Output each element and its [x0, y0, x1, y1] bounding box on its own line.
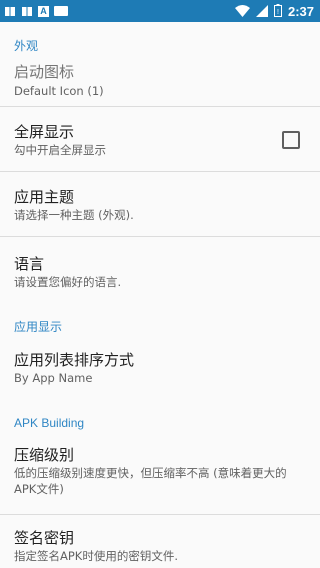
- book-icon: [4, 6, 16, 17]
- svg-text:!: !: [277, 9, 279, 16]
- pref-summary: 勾中开启全屏显示: [14, 143, 106, 157]
- section-header-apk-building: APK Building: [14, 416, 85, 430]
- pref-summary: 请设置您偏好的语言.: [14, 275, 122, 289]
- notification-icons: A: [4, 5, 68, 17]
- pref-title: 压缩级别: [14, 446, 75, 464]
- pref-fullscreen[interactable]: 全屏显示 勾中开启全屏显示: [0, 107, 320, 171]
- book-icon: [21, 6, 33, 17]
- fullscreen-checkbox[interactable]: [282, 131, 300, 149]
- pref-summary: 请选择一种主题 (外观).: [14, 208, 134, 222]
- pref-app-theme[interactable]: 应用主题 请选择一种主题 (外观).: [0, 172, 320, 236]
- settings-screen: A ! 2:37 外观 启动图标 Default Icon (1) 全屏显示 勾…: [0, 0, 320, 568]
- signal-icon: [255, 2, 268, 21]
- pref-compression-level[interactable]: 压缩级别 低的压缩级别速度更快，但压缩率不高 (意味着更大的APK文件): [0, 434, 320, 514]
- pref-summary: By App Name: [14, 371, 93, 385]
- preferences-list: 外观 启动图标 Default Icon (1) 全屏显示 勾中开启全屏显示 应…: [0, 22, 320, 568]
- pref-title: 应用主题: [14, 188, 75, 206]
- a-icon: A: [38, 5, 49, 17]
- clock: 2:37: [287, 3, 314, 19]
- section-header-app-display: 应用显示: [14, 320, 63, 334]
- pref-title: 签名密钥: [14, 529, 75, 547]
- pref-signing-key[interactable]: 签名密钥 指定签名APK时使用的密钥文件.: [0, 515, 320, 568]
- wifi-icon: [234, 2, 250, 21]
- pref-summary: 指定签名APK时使用的密钥文件.: [14, 549, 178, 563]
- system-icons: ! 2:37: [234, 2, 314, 21]
- pref-summary: Default Icon (1): [14, 84, 104, 98]
- pref-summary: 低的压缩级别速度更快，但压缩率不高 (意味着更大的APK文件): [14, 466, 287, 496]
- card-icon: [54, 6, 68, 16]
- pref-language[interactable]: 语言 请设置您偏好的语言.: [0, 237, 320, 301]
- pref-title: 全屏显示: [14, 123, 75, 141]
- pref-title: 语言: [14, 255, 45, 273]
- status-bar: A ! 2:37: [0, 0, 320, 22]
- pref-title: 应用列表排序方式: [14, 351, 135, 369]
- pref-app-list-sort[interactable]: 应用列表排序方式 By App Name: [0, 336, 320, 396]
- battery-icon: !: [273, 2, 282, 21]
- pref-title: 启动图标: [14, 63, 75, 81]
- pref-launch-icon[interactable]: 启动图标 Default Icon (1): [0, 52, 320, 106]
